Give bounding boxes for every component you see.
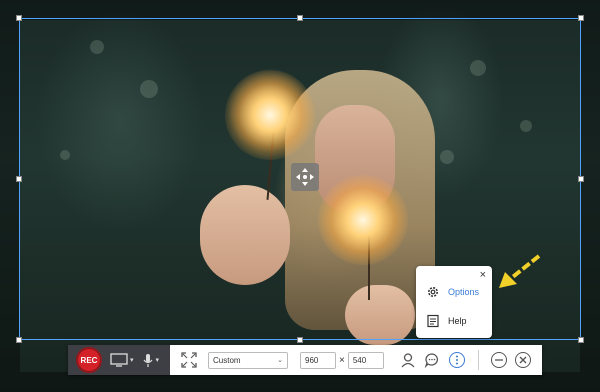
width-input[interactable]: 960	[300, 351, 336, 369]
region-preset-value: Custom	[213, 355, 241, 365]
popup-options-label: Options	[448, 287, 480, 297]
toolbar-divider	[477, 350, 479, 370]
help-doc-icon	[427, 314, 439, 328]
resize-handle-top-left[interactable]	[16, 15, 22, 21]
monitor-icon	[110, 353, 128, 367]
resize-handle-top[interactable]	[297, 15, 303, 21]
popup-close-icon[interactable]: ×	[480, 269, 486, 281]
gear-icon	[428, 287, 438, 297]
resize-handle-top-right[interactable]	[578, 15, 584, 21]
popup-item-help[interactable]: Help	[426, 312, 467, 330]
screen-source-button[interactable]: ▾	[110, 353, 134, 367]
vertical-dots-icon	[448, 352, 465, 368]
more-options-button[interactable]	[444, 352, 470, 368]
recording-toolbar: REC ▾ ▾ Custom ⌄ 960 × 540	[68, 345, 542, 375]
resize-handle-bottom-left[interactable]	[16, 337, 22, 343]
move-arrows-icon	[296, 168, 314, 186]
region-preset-select[interactable]: Custom ⌄	[208, 351, 288, 369]
chevron-down-icon: ▾	[130, 357, 134, 364]
microphone-button[interactable]: ▾	[142, 353, 160, 368]
expand-arrows-icon	[181, 352, 197, 368]
dimension-separator: ×	[339, 354, 345, 366]
chevron-down-icon: ⌄	[277, 357, 283, 364]
popup-help-label: Help	[448, 316, 467, 326]
webcam-button[interactable]	[396, 352, 420, 368]
move-region-handle[interactable]	[291, 163, 319, 191]
user-icon	[401, 353, 415, 368]
speech-bubble-icon	[424, 353, 438, 368]
toolbar-record-section: REC ▾ ▾	[68, 345, 170, 375]
close-icon	[514, 352, 531, 368]
microphone-icon	[143, 353, 152, 367]
resize-handle-bottom[interactable]	[297, 337, 303, 343]
popup-item-options[interactable]: Options	[426, 283, 479, 301]
pointer-arrow-annotation	[499, 254, 541, 288]
resize-handle-right[interactable]	[578, 176, 584, 182]
resize-handle-bottom-right[interactable]	[578, 337, 584, 343]
minimize-button[interactable]	[487, 352, 511, 368]
height-input[interactable]: 540	[347, 351, 384, 369]
rec-button[interactable]: REC	[76, 347, 102, 373]
close-button[interactable]	[511, 352, 535, 368]
fullscreen-button[interactable]	[170, 352, 208, 368]
chat-button[interactable]	[420, 352, 444, 368]
chevron-down-icon: ▾	[155, 357, 160, 364]
resize-handle-left[interactable]	[16, 176, 22, 182]
minus-icon	[490, 352, 507, 368]
